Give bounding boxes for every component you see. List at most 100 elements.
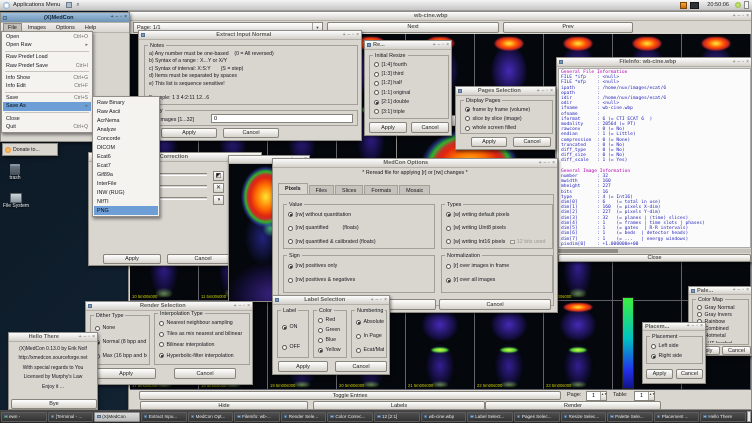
radio-icon[interactable] bbox=[374, 62, 379, 67]
menu-item-dicom[interactable]: DICOM bbox=[94, 143, 158, 152]
page-spinner[interactable]: 1 ▲▼ bbox=[586, 391, 607, 401]
close-icon[interactable]: × bbox=[746, 60, 749, 65]
labels-button[interactable]: Labels bbox=[313, 401, 485, 410]
taskbar-item-color-correc[interactable]: Color Correc... bbox=[327, 412, 373, 422]
radio-icon[interactable] bbox=[282, 345, 287, 350]
spinner-arrows-icon[interactable]: ▲▼ bbox=[648, 392, 654, 400]
radio-icon[interactable] bbox=[651, 344, 656, 349]
cancel-button[interactable]: Cancel bbox=[411, 122, 449, 133]
shade-icon[interactable]: + bbox=[111, 15, 114, 20]
menu-item-raw-ascii[interactable]: Raw Ascii bbox=[94, 107, 158, 116]
maximize-icon[interactable]: ▫ bbox=[546, 89, 548, 94]
taskbar-item-render-sele[interactable]: Render Sele... bbox=[281, 412, 327, 422]
radio-option-w-writing-uint8-pixels[interactable]: [w] writing Uint8 pixels bbox=[446, 222, 550, 236]
toggle-entries-button[interactable]: Toggle Entries bbox=[139, 391, 561, 400]
close-icon[interactable]: × bbox=[384, 298, 387, 303]
radio-icon[interactable] bbox=[446, 278, 451, 283]
donate-window[interactable]: Donate to... bbox=[2, 143, 58, 156]
radio-icon[interactable] bbox=[374, 72, 379, 77]
close-icon[interactable]: × bbox=[550, 89, 553, 94]
radio-icon[interactable] bbox=[356, 320, 361, 325]
menu-item-save-as[interactable]: Save As▸ bbox=[3, 102, 91, 110]
placement-titlebar[interactable]: Placem... +–▫× bbox=[643, 323, 705, 331]
radio-icon[interactable] bbox=[374, 100, 379, 105]
radio-icon[interactable] bbox=[159, 342, 164, 347]
taskbar-item-ewn[interactable]: ewn - bbox=[1, 412, 47, 422]
radio-icon[interactable] bbox=[446, 212, 451, 217]
shade-icon[interactable]: + bbox=[433, 43, 436, 48]
maximize-icon[interactable]: ▫ bbox=[352, 33, 354, 38]
radio-option-none[interactable]: None bbox=[95, 321, 147, 335]
radio-icon[interactable] bbox=[288, 239, 293, 244]
radio-option-in-page[interactable]: In Page bbox=[356, 329, 384, 343]
radio-icon[interactable] bbox=[465, 107, 470, 112]
maximize-icon[interactable]: ▫ bbox=[120, 15, 122, 20]
radio-option-rw-without-quantitation[interactable]: [rw] without quantitation bbox=[288, 208, 432, 222]
hide-button[interactable]: Hide bbox=[140, 401, 308, 410]
images-input[interactable]: 0 bbox=[211, 114, 353, 123]
radio-option-gray-normal[interactable]: Gray Normal bbox=[697, 304, 746, 311]
radio-option-whole-screen-filled[interactable]: whole screen filled bbox=[465, 124, 550, 132]
window-list-icon[interactable] bbox=[66, 2, 72, 8]
taskbar-item-terminal[interactable]: [Terminal - ... bbox=[48, 412, 94, 422]
radio-option-rw-positives-negatives[interactable]: [rw] positives & negatives bbox=[288, 273, 432, 287]
maximize-icon[interactable]: ▫ bbox=[742, 288, 744, 293]
radio-option-1-2-half[interactable]: [1:2] half bbox=[374, 79, 446, 88]
cancel-button[interactable]: Cancel bbox=[676, 369, 703, 379]
radio-icon[interactable] bbox=[159, 332, 164, 337]
scan-cell[interactable]: 22 5m00s000 bbox=[475, 301, 544, 390]
close-icon[interactable]: × bbox=[746, 288, 749, 293]
radio-option-rw-quantified-calibrated-floats[interactable]: [rw] quantified & calibrated (floats) bbox=[288, 235, 432, 247]
radio-option-absolute[interactable]: Absolute bbox=[356, 315, 384, 329]
radio-icon[interactable] bbox=[318, 318, 323, 323]
minimize-icon[interactable]: – bbox=[239, 304, 242, 309]
maximize-icon[interactable]: ▫ bbox=[742, 14, 744, 19]
close-icon[interactable]: × bbox=[746, 14, 749, 19]
menu-item-concorde[interactable]: Concorde bbox=[94, 134, 158, 143]
menu-item-gif89a[interactable]: Gif89a bbox=[94, 170, 158, 179]
radio-option-red[interactable]: Red bbox=[318, 315, 344, 325]
shade-icon[interactable]: + bbox=[733, 14, 736, 19]
battery-icon[interactable] bbox=[744, 1, 749, 9]
menu-item-raw-predef-load[interactable]: Raw Predef Load bbox=[3, 53, 91, 61]
apply-button[interactable]: Apply bbox=[96, 368, 156, 379]
maximize-icon[interactable]: ▫ bbox=[548, 161, 550, 166]
extract-titlebar[interactable]: Extract Input Normal +–▫× bbox=[139, 31, 361, 40]
menu-item-info-show[interactable]: Info ShowCtrl+G bbox=[3, 74, 91, 82]
close-icon[interactable]: × bbox=[700, 324, 703, 329]
radio-icon[interactable] bbox=[374, 109, 379, 114]
minimize-icon[interactable]: – bbox=[542, 89, 545, 94]
taskbar-item-x-medcon[interactable]: (X)MedCon bbox=[94, 412, 140, 422]
menu-item-png[interactable]: PNG bbox=[94, 206, 158, 215]
radio-option-blue[interactable]: Blue bbox=[318, 335, 344, 345]
scan-cell[interactable]: 23 5m00s000 bbox=[544, 301, 613, 390]
radio-option-3-1-triple[interactable]: [3:1] triple bbox=[374, 107, 446, 116]
taskbar-item-fileinfo-wb[interactable]: FileInfo: wb-... bbox=[234, 412, 280, 422]
radio-icon[interactable] bbox=[288, 264, 293, 269]
menu-item-close[interactable]: Close bbox=[3, 115, 91, 123]
taskbar-item-palette-sele[interactable]: Palette Sele... bbox=[607, 412, 653, 422]
taskbar-item-label-select[interactable]: Label Select... bbox=[467, 412, 513, 422]
radio-option-1-4-fourth[interactable]: [1:4] fourth bbox=[374, 60, 446, 69]
maximize-icon[interactable]: ▫ bbox=[696, 324, 698, 329]
radio-option-frame-by-frame-volume[interactable]: frame by frame (volume) bbox=[465, 105, 550, 114]
fileinfo-titlebar[interactable]: FileInfo: wb-cine.wbp +–▫× bbox=[557, 58, 751, 67]
menu-item-inw-rug[interactable]: INW (RUG) bbox=[94, 188, 158, 197]
scan-cell[interactable]: 21 5m00s000 bbox=[406, 301, 475, 390]
taskbar-item-12-2-1[interactable]: 12 [2:1] bbox=[374, 412, 420, 422]
menu-item-open[interactable]: OpenCtrl+O bbox=[3, 33, 91, 41]
shade-icon[interactable]: + bbox=[371, 298, 374, 303]
taskbar-item-medcon-opt[interactable]: MedCon Opt... bbox=[188, 412, 234, 422]
brightness-icon[interactable]: ◩ bbox=[213, 171, 224, 181]
radio-option-green[interactable]: Green bbox=[318, 325, 344, 335]
tray-notification-icon[interactable] bbox=[680, 2, 687, 9]
menu-item-quit[interactable]: QuitCtrl+Q bbox=[3, 123, 91, 131]
menu-item-open-raw[interactable]: Open Raw▸ bbox=[3, 41, 91, 49]
bye-button[interactable]: Bye bbox=[11, 399, 97, 409]
radio-option-1-1-original[interactable]: [1:1] original bbox=[374, 88, 446, 97]
minimize-icon[interactable]: – bbox=[738, 288, 741, 293]
menu-item-ecat7[interactable]: Ecat7 bbox=[94, 161, 158, 170]
radio-icon[interactable] bbox=[159, 321, 164, 326]
maximize-icon[interactable]: ▫ bbox=[243, 304, 245, 309]
viewer-titlebar[interactable]: wb-cine.wbp +–▫× bbox=[129, 12, 751, 21]
